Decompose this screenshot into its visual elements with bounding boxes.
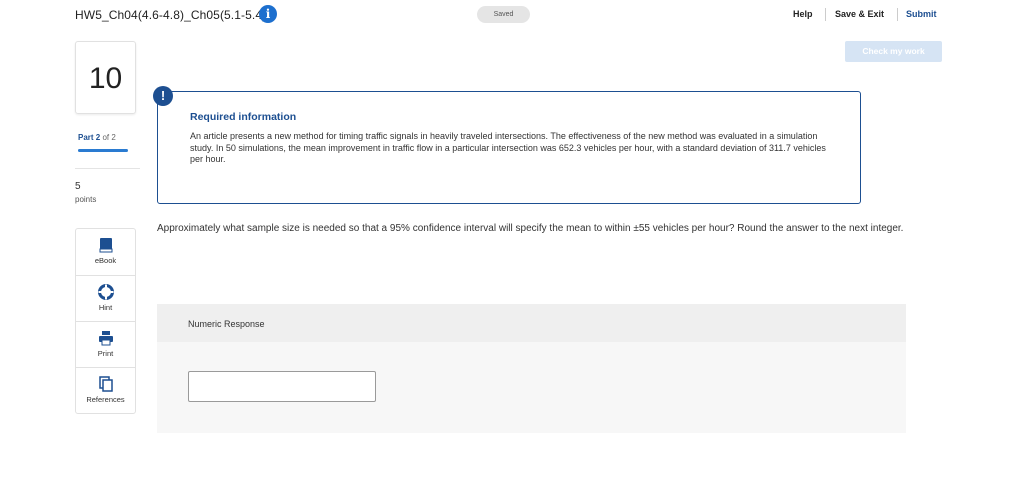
check-my-work-button[interactable]: Check my work — [845, 41, 942, 62]
tool-label: References — [86, 395, 125, 404]
question-number-card: 10 — [75, 41, 136, 114]
part-progress-fill — [78, 149, 128, 152]
save-exit-link[interactable]: Save & Exit — [835, 9, 884, 19]
divider — [75, 168, 140, 169]
question-text: Approximately what sample size is needed… — [157, 223, 904, 234]
printer-icon — [99, 331, 113, 346]
tool-label: Print — [97, 349, 114, 358]
part-current: 2 — [95, 133, 101, 142]
numeric-response-input[interactable] — [188, 371, 376, 402]
question-number: 10 — [88, 62, 123, 95]
part-progress-bar — [78, 149, 128, 152]
tool-label: eBook — [94, 256, 117, 265]
hint-button[interactable]: Hint — [76, 275, 135, 321]
assignment-title: HW5_Ch04(4.6-4.8)_Ch05(5.1-5.4) — [75, 8, 267, 22]
alert-icon: ! — [153, 86, 173, 106]
submit-link[interactable]: Submit — [906, 9, 937, 19]
required-information-text: An article presents a new method for tim… — [190, 131, 826, 164]
print-button[interactable]: Print — [76, 321, 135, 367]
book-icon — [99, 238, 113, 253]
top-bar: HW5_Ch04(4.6-4.8)_Ch05(5.1-5.4) i Saved … — [0, 0, 1024, 34]
response-header — [157, 304, 906, 342]
header-divider — [897, 8, 898, 21]
part-total: of 2 — [102, 133, 116, 142]
points-value: 5 — [75, 181, 81, 192]
ebook-button[interactable]: eBook — [76, 229, 135, 275]
header-divider — [825, 8, 826, 21]
tools-panel: eBook Hint Print References — [75, 228, 136, 414]
required-information-title: Required information — [190, 111, 297, 123]
references-button[interactable]: References — [76, 367, 135, 413]
part-indicator: Part 2 of 2 — [78, 133, 116, 142]
help-link[interactable]: Help — [793, 9, 813, 19]
tool-label: Hint — [98, 303, 113, 312]
saved-status-badge: Saved — [477, 6, 530, 23]
info-icon[interactable]: i — [259, 5, 277, 23]
part-prefix: Part — [78, 133, 94, 142]
lifebuoy-icon — [98, 284, 114, 300]
points-label: points — [75, 195, 97, 204]
copy-icon — [99, 376, 113, 392]
response-label: Numeric Response — [188, 319, 265, 329]
